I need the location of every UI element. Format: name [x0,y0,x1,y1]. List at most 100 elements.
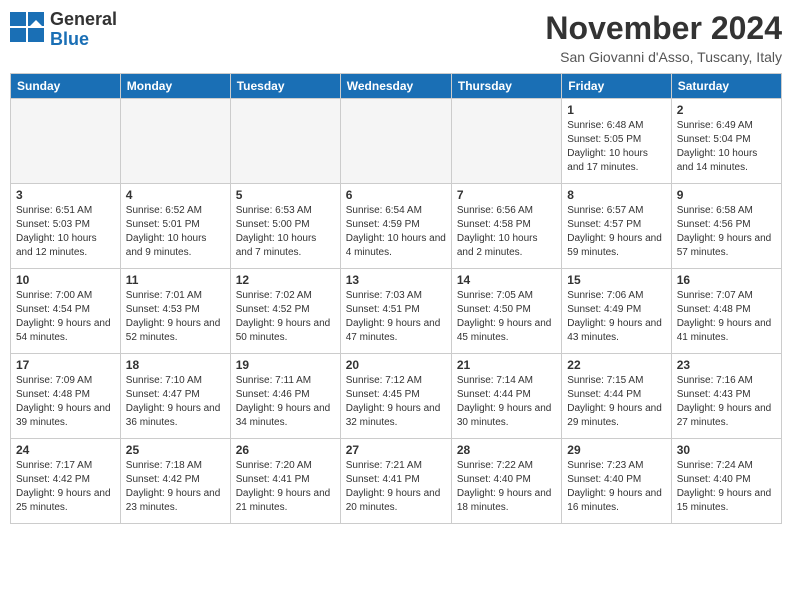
day-number: 24 [16,443,115,457]
day-info: Sunrise: 6:58 AM Sunset: 4:56 PM Dayligh… [677,204,776,260]
day-number: 15 [567,273,665,287]
day-number: 21 [457,358,556,372]
day-cell: 2 Sunrise: 6:49 AM Sunset: 5:04 PM Daylig… [671,99,781,184]
day-number: 20 [346,358,446,372]
header: General Blue November 2024 San Giovanni … [10,10,782,65]
day-number: 26 [236,443,335,457]
day-info: Sunrise: 7:02 AM Sunset: 4:52 PM Dayligh… [236,289,335,345]
day-cell: 13 Sunrise: 7:03 AM Sunset: 4:51 PM Dayli… [340,269,451,354]
day-number: 19 [236,358,335,372]
week-row-0: 1 Sunrise: 6:48 AM Sunset: 5:05 PM Daylig… [11,99,782,184]
day-cell: 27 Sunrise: 7:21 AM Sunset: 4:41 PM Dayli… [340,439,451,524]
day-info: Sunrise: 6:49 AM Sunset: 5:04 PM Dayligh… [677,119,776,175]
day-info: Sunrise: 7:00 AM Sunset: 4:54 PM Dayligh… [16,289,115,345]
day-cell: 23Sunrise: 7:16 AM Sunset: 4:43 PM Dayli… [671,354,781,439]
day-number: 22 [567,358,665,372]
day-info: Sunrise: 7:01 AM Sunset: 4:53 PM Dayligh… [126,289,225,345]
day-cell: 14 Sunrise: 7:05 AM Sunset: 4:50 PM Dayli… [451,269,561,354]
day-info: Sunrise: 7:05 AM Sunset: 4:50 PM Dayligh… [457,289,556,345]
day-number: 12 [236,273,335,287]
day-number: 27 [346,443,446,457]
col-header-friday: Friday [562,74,671,99]
day-number: 25 [126,443,225,457]
day-number: 4 [126,188,225,202]
day-info: Sunrise: 6:52 AM Sunset: 5:01 PM Dayligh… [126,204,225,260]
day-number: 8 [567,188,665,202]
location: San Giovanni d'Asso, Tuscany, Italy [545,49,782,65]
day-cell: 21 Sunrise: 7:14 AM Sunset: 4:44 PM Dayli… [451,354,561,439]
day-cell: 4 Sunrise: 6:52 AM Sunset: 5:01 PM Daylig… [120,184,230,269]
day-info: Sunrise: 6:48 AM Sunset: 5:05 PM Dayligh… [567,119,665,175]
day-cell: 18Sunrise: 7:10 AM Sunset: 4:47 PM Dayli… [120,354,230,439]
day-cell: 9 Sunrise: 6:58 AM Sunset: 4:56 PM Daylig… [671,184,781,269]
day-info: Sunrise: 7:21 AM Sunset: 4:41 PM Dayligh… [346,459,446,515]
day-info: Sunrise: 7:18 AM Sunset: 4:42 PM Dayligh… [126,459,225,515]
day-info: Sunrise: 7:20 AM Sunset: 4:41 PM Dayligh… [236,459,335,515]
day-number: 5 [236,188,335,202]
day-cell: 10Sunrise: 7:00 AM Sunset: 4:54 PM Dayli… [11,269,121,354]
day-cell [120,99,230,184]
week-row-2: 10Sunrise: 7:00 AM Sunset: 4:54 PM Dayli… [11,269,782,354]
col-header-sunday: Sunday [11,74,121,99]
day-number: 16 [677,273,776,287]
day-cell: 3Sunrise: 6:51 AM Sunset: 5:03 PM Daylig… [11,184,121,269]
day-info: Sunrise: 7:14 AM Sunset: 4:44 PM Dayligh… [457,374,556,430]
day-number: 17 [16,358,115,372]
header-row: SundayMondayTuesdayWednesdayThursdayFrid… [11,74,782,99]
day-cell: 15 Sunrise: 7:06 AM Sunset: 4:49 PM Dayli… [562,269,671,354]
day-number: 7 [457,188,556,202]
day-number: 28 [457,443,556,457]
day-info: Sunrise: 7:22 AM Sunset: 4:40 PM Dayligh… [457,459,556,515]
day-cell: 30Sunrise: 7:24 AM Sunset: 4:40 PM Dayli… [671,439,781,524]
logo-blue: Blue [50,29,89,49]
logo-general: General [50,9,117,29]
title-block: November 2024 San Giovanni d'Asso, Tusca… [545,10,782,65]
day-info: Sunrise: 7:06 AM Sunset: 4:49 PM Dayligh… [567,289,665,345]
day-info: Sunrise: 7:24 AM Sunset: 4:40 PM Dayligh… [677,459,776,515]
day-number: 23 [677,358,776,372]
day-number: 18 [126,358,225,372]
day-number: 14 [457,273,556,287]
col-header-saturday: Saturday [671,74,781,99]
day-number: 2 [677,103,776,117]
day-cell: 7Sunrise: 6:56 AM Sunset: 4:58 PM Daylig… [451,184,561,269]
day-info: Sunrise: 7:11 AM Sunset: 4:46 PM Dayligh… [236,374,335,430]
day-cell: 20Sunrise: 7:12 AM Sunset: 4:45 PM Dayli… [340,354,451,439]
day-number: 11 [126,273,225,287]
day-info: Sunrise: 7:17 AM Sunset: 4:42 PM Dayligh… [16,459,115,515]
day-cell: 16Sunrise: 7:07 AM Sunset: 4:48 PM Dayli… [671,269,781,354]
day-cell: 26 Sunrise: 7:20 AM Sunset: 4:41 PM Dayli… [230,439,340,524]
day-cell: 29Sunrise: 7:23 AM Sunset: 4:40 PM Dayli… [562,439,671,524]
col-header-monday: Monday [120,74,230,99]
day-cell: 8Sunrise: 6:57 AM Sunset: 4:57 PM Daylig… [562,184,671,269]
day-cell: 12 Sunrise: 7:02 AM Sunset: 4:52 PM Dayli… [230,269,340,354]
week-row-4: 24 Sunrise: 7:17 AM Sunset: 4:42 PM Dayli… [11,439,782,524]
day-cell: 19 Sunrise: 7:11 AM Sunset: 4:46 PM Dayli… [230,354,340,439]
day-info: Sunrise: 7:15 AM Sunset: 4:44 PM Dayligh… [567,374,665,430]
week-row-1: 3Sunrise: 6:51 AM Sunset: 5:03 PM Daylig… [11,184,782,269]
day-cell: 6Sunrise: 6:54 AM Sunset: 4:59 PM Daylig… [340,184,451,269]
day-number: 6 [346,188,446,202]
logo-text: General Blue [50,10,117,50]
day-info: Sunrise: 7:23 AM Sunset: 4:40 PM Dayligh… [567,459,665,515]
day-info: Sunrise: 6:53 AM Sunset: 5:00 PM Dayligh… [236,204,335,260]
day-number: 3 [16,188,115,202]
day-cell: 1 Sunrise: 6:48 AM Sunset: 5:05 PM Daylig… [562,99,671,184]
page: General Blue November 2024 San Giovanni … [0,0,792,612]
logo-icon [10,12,46,42]
logo: General Blue [10,10,117,50]
day-info: Sunrise: 7:03 AM Sunset: 4:51 PM Dayligh… [346,289,446,345]
day-cell: 17 Sunrise: 7:09 AM Sunset: 4:48 PM Dayli… [11,354,121,439]
day-cell: 5 Sunrise: 6:53 AM Sunset: 5:00 PM Daylig… [230,184,340,269]
week-row-3: 17 Sunrise: 7:09 AM Sunset: 4:48 PM Dayli… [11,354,782,439]
day-number: 13 [346,273,446,287]
day-number: 9 [677,188,776,202]
day-info: Sunrise: 7:09 AM Sunset: 4:48 PM Dayligh… [16,374,115,430]
day-cell: 28 Sunrise: 7:22 AM Sunset: 4:40 PM Dayli… [451,439,561,524]
day-cell [11,99,121,184]
day-cell: 24 Sunrise: 7:17 AM Sunset: 4:42 PM Dayli… [11,439,121,524]
day-cell: 25 Sunrise: 7:18 AM Sunset: 4:42 PM Dayli… [120,439,230,524]
day-number: 1 [567,103,665,117]
day-cell [230,99,340,184]
day-cell [451,99,561,184]
